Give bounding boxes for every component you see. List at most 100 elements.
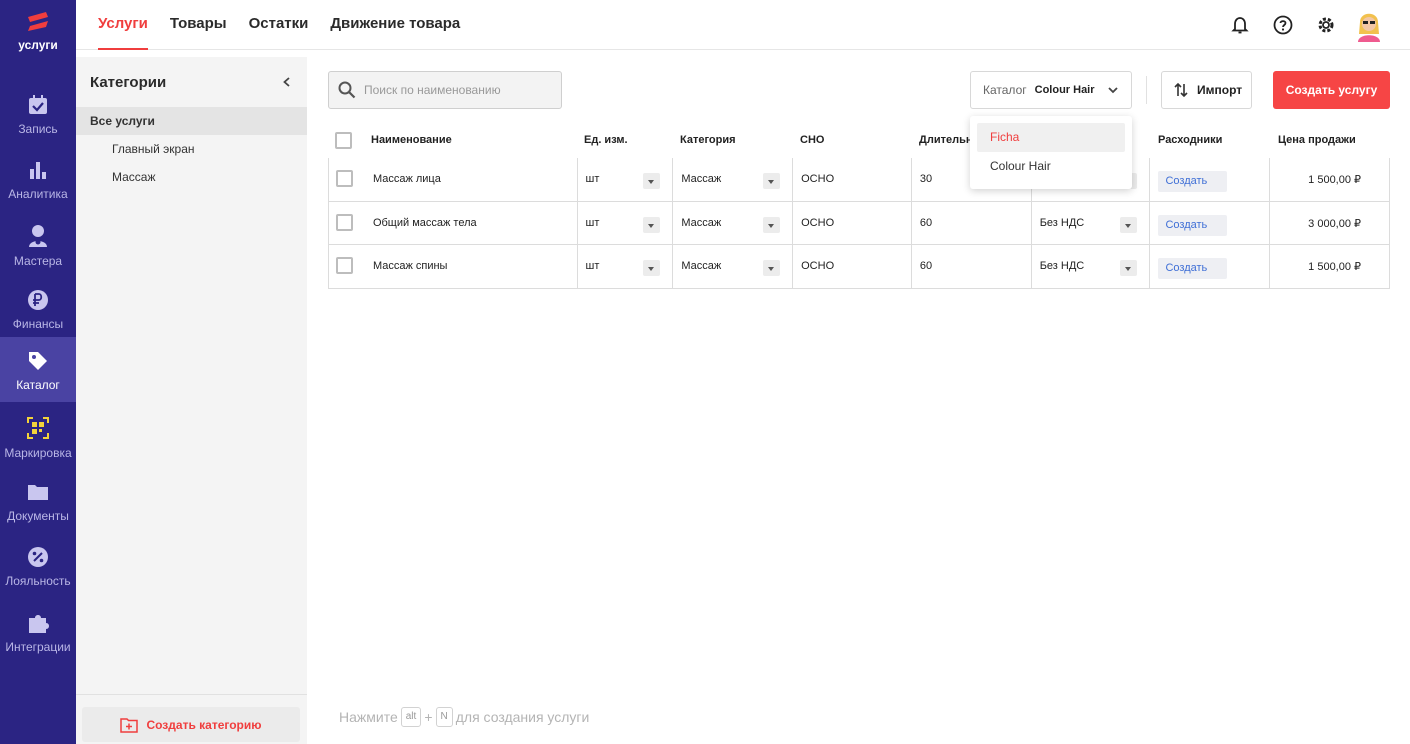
row-select-cell: [329, 158, 365, 201]
service-name[interactable]: Массаж лица: [365, 158, 577, 201]
ruble-icon: [28, 290, 48, 310]
duration-value[interactable]: 60: [910, 201, 1031, 244]
nav-item-label: Каталог: [16, 378, 60, 392]
loyalty-percent-icon: [28, 547, 48, 567]
nav-item-label: Аналитика: [8, 187, 68, 201]
column-header-category[interactable]: Категория: [672, 122, 792, 158]
create-category-button[interactable]: Создать категорию: [82, 707, 300, 742]
duration-value[interactable]: 60: [910, 245, 1031, 288]
dropdown-arrow-icon[interactable]: [763, 173, 781, 189]
category-item-massage[interactable]: Массаж: [76, 163, 307, 191]
category-item-all[interactable]: Все услуги: [76, 107, 307, 135]
create-supplies-button[interactable]: Создать: [1158, 214, 1228, 236]
unit-value: шт: [585, 260, 600, 272]
category-cell[interactable]: Массаж: [672, 158, 792, 201]
nav-item-loyalty[interactable]: Лояльность: [0, 542, 76, 607]
column-header-unit[interactable]: Ед. изм.: [576, 122, 672, 158]
price-cell[interactable]: 1 500,00 ₽: [1269, 245, 1389, 288]
column-header-price[interactable]: Цена продажи: [1270, 122, 1390, 158]
dropdown-arrow-icon[interactable]: [643, 260, 661, 276]
create-service-button[interactable]: Создать услугу: [1273, 71, 1390, 109]
search-input[interactable]: [364, 83, 554, 97]
column-header-name[interactable]: Наименование: [364, 122, 576, 158]
table-row[interactable]: Массаж спины шт Массаж ОСНО 60 Без НДС С…: [328, 245, 1390, 289]
help-circle-icon: [1273, 15, 1293, 35]
gear-icon: [1318, 17, 1334, 33]
vat-cell[interactable]: Без НДС: [1030, 245, 1150, 288]
price-value: 3 000,00 ₽: [1308, 217, 1362, 230]
create-supplies-button[interactable]: Создать: [1158, 171, 1228, 192]
dropdown-arrow-icon[interactable]: [1120, 260, 1138, 276]
dropdown-arrow-icon[interactable]: [643, 173, 661, 189]
category-value: Массаж: [681, 173, 722, 185]
unit-cell[interactable]: шт: [576, 245, 673, 288]
sno-value[interactable]: ОСНО: [792, 245, 911, 288]
price-cell[interactable]: 3 000,00 ₽: [1269, 201, 1389, 244]
dropdown-arrow-icon[interactable]: [763, 216, 781, 233]
nav-item-masters[interactable]: Мастера: [0, 220, 76, 285]
catalog-select-label: Каталог: [983, 83, 1027, 97]
collapse-chevron-left-icon[interactable]: [281, 76, 293, 88]
services-table: Наименование Ед. изм. Категория СНО Длит…: [328, 122, 1390, 289]
dropdown-arrow-icon[interactable]: [1120, 216, 1138, 233]
row-checkbox[interactable]: [336, 257, 353, 274]
catalog-option-ficha[interactable]: Ficha: [977, 123, 1125, 152]
sno-value[interactable]: ОСНО: [792, 158, 911, 201]
vat-value: Без НДС: [1039, 260, 1085, 272]
column-header-supplies[interactable]: Расходники: [1150, 122, 1270, 158]
service-name[interactable]: Общий массаж тела: [365, 202, 577, 245]
sno-value[interactable]: ОСНО: [792, 201, 911, 244]
row-checkbox[interactable]: [336, 170, 353, 187]
nav-item-documents[interactable]: Документы: [0, 477, 76, 542]
select-all-checkbox[interactable]: [335, 131, 352, 149]
top-bar: Услуги Товары Остатки Движение товара: [76, 0, 1410, 50]
brand[interactable]: услуги: [0, 10, 76, 52]
unit-cell[interactable]: шт: [576, 158, 673, 201]
import-button[interactable]: Импорт: [1161, 71, 1252, 109]
supplies-cell: Создать: [1149, 245, 1269, 288]
category-value: Массаж: [681, 216, 722, 229]
tab-stock[interactable]: Остатки: [249, 0, 309, 50]
catalog-select[interactable]: Каталог Colour Hair: [970, 71, 1132, 109]
puzzle-icon: [29, 615, 49, 633]
search-icon: [338, 81, 356, 99]
nav-item-marking[interactable]: Маркировка: [0, 412, 76, 477]
nav-item-label: Документы: [7, 509, 69, 523]
row-checkbox[interactable]: [336, 213, 353, 231]
unit-value: шт: [585, 173, 600, 185]
table-row[interactable]: Массаж лица шт Массаж ОСНО 30 Создать 1 …: [328, 158, 1390, 202]
category-cell[interactable]: Массаж: [672, 201, 792, 244]
category-item-main-screen[interactable]: Главный экран: [76, 135, 307, 163]
folder-plus-icon: [120, 717, 139, 733]
tab-goods-movement[interactable]: Движение товара: [330, 0, 460, 50]
vat-cell[interactable]: Без НДС: [1030, 201, 1150, 244]
price-value: 1 500,00 ₽: [1308, 174, 1362, 186]
notifications-button[interactable]: [1223, 8, 1257, 42]
catalog-option-colour-hair[interactable]: Colour Hair: [977, 152, 1125, 181]
toolbar-divider: [1146, 76, 1147, 104]
tab-services[interactable]: Услуги: [98, 0, 148, 50]
tag-icon: [29, 352, 47, 370]
supplies-cell: Создать: [1149, 158, 1269, 201]
column-header-sno[interactable]: СНО: [792, 122, 911, 158]
help-button[interactable]: [1266, 8, 1300, 42]
nav-item-label: Интеграции: [5, 640, 71, 654]
table-row[interactable]: Общий массаж тела шт Массаж ОСНО 60 Без …: [328, 201, 1390, 245]
service-name[interactable]: Массаж спины: [365, 245, 577, 288]
dropdown-arrow-icon[interactable]: [763, 260, 781, 276]
nav-item-integrations[interactable]: Интеграции: [0, 606, 76, 671]
categories-footer: Создать категорию: [76, 694, 307, 744]
tab-goods[interactable]: Товары: [170, 0, 227, 50]
create-supplies-button[interactable]: Создать: [1158, 258, 1228, 279]
price-cell[interactable]: 1 500,00 ₽: [1269, 158, 1389, 201]
marking-code-icon: [27, 417, 49, 439]
nav-item-zapis[interactable]: Запись: [0, 90, 76, 155]
nav-item-catalog[interactable]: Каталог: [0, 337, 76, 402]
user-avatar[interactable]: [1352, 8, 1386, 42]
chevron-down-icon: [1108, 87, 1118, 94]
dropdown-arrow-icon[interactable]: [643, 216, 661, 233]
nav-item-analytics[interactable]: Аналитика: [0, 155, 76, 220]
settings-button[interactable]: [1309, 8, 1343, 42]
category-cell[interactable]: Массаж: [672, 245, 792, 288]
unit-cell[interactable]: шт: [576, 201, 673, 244]
